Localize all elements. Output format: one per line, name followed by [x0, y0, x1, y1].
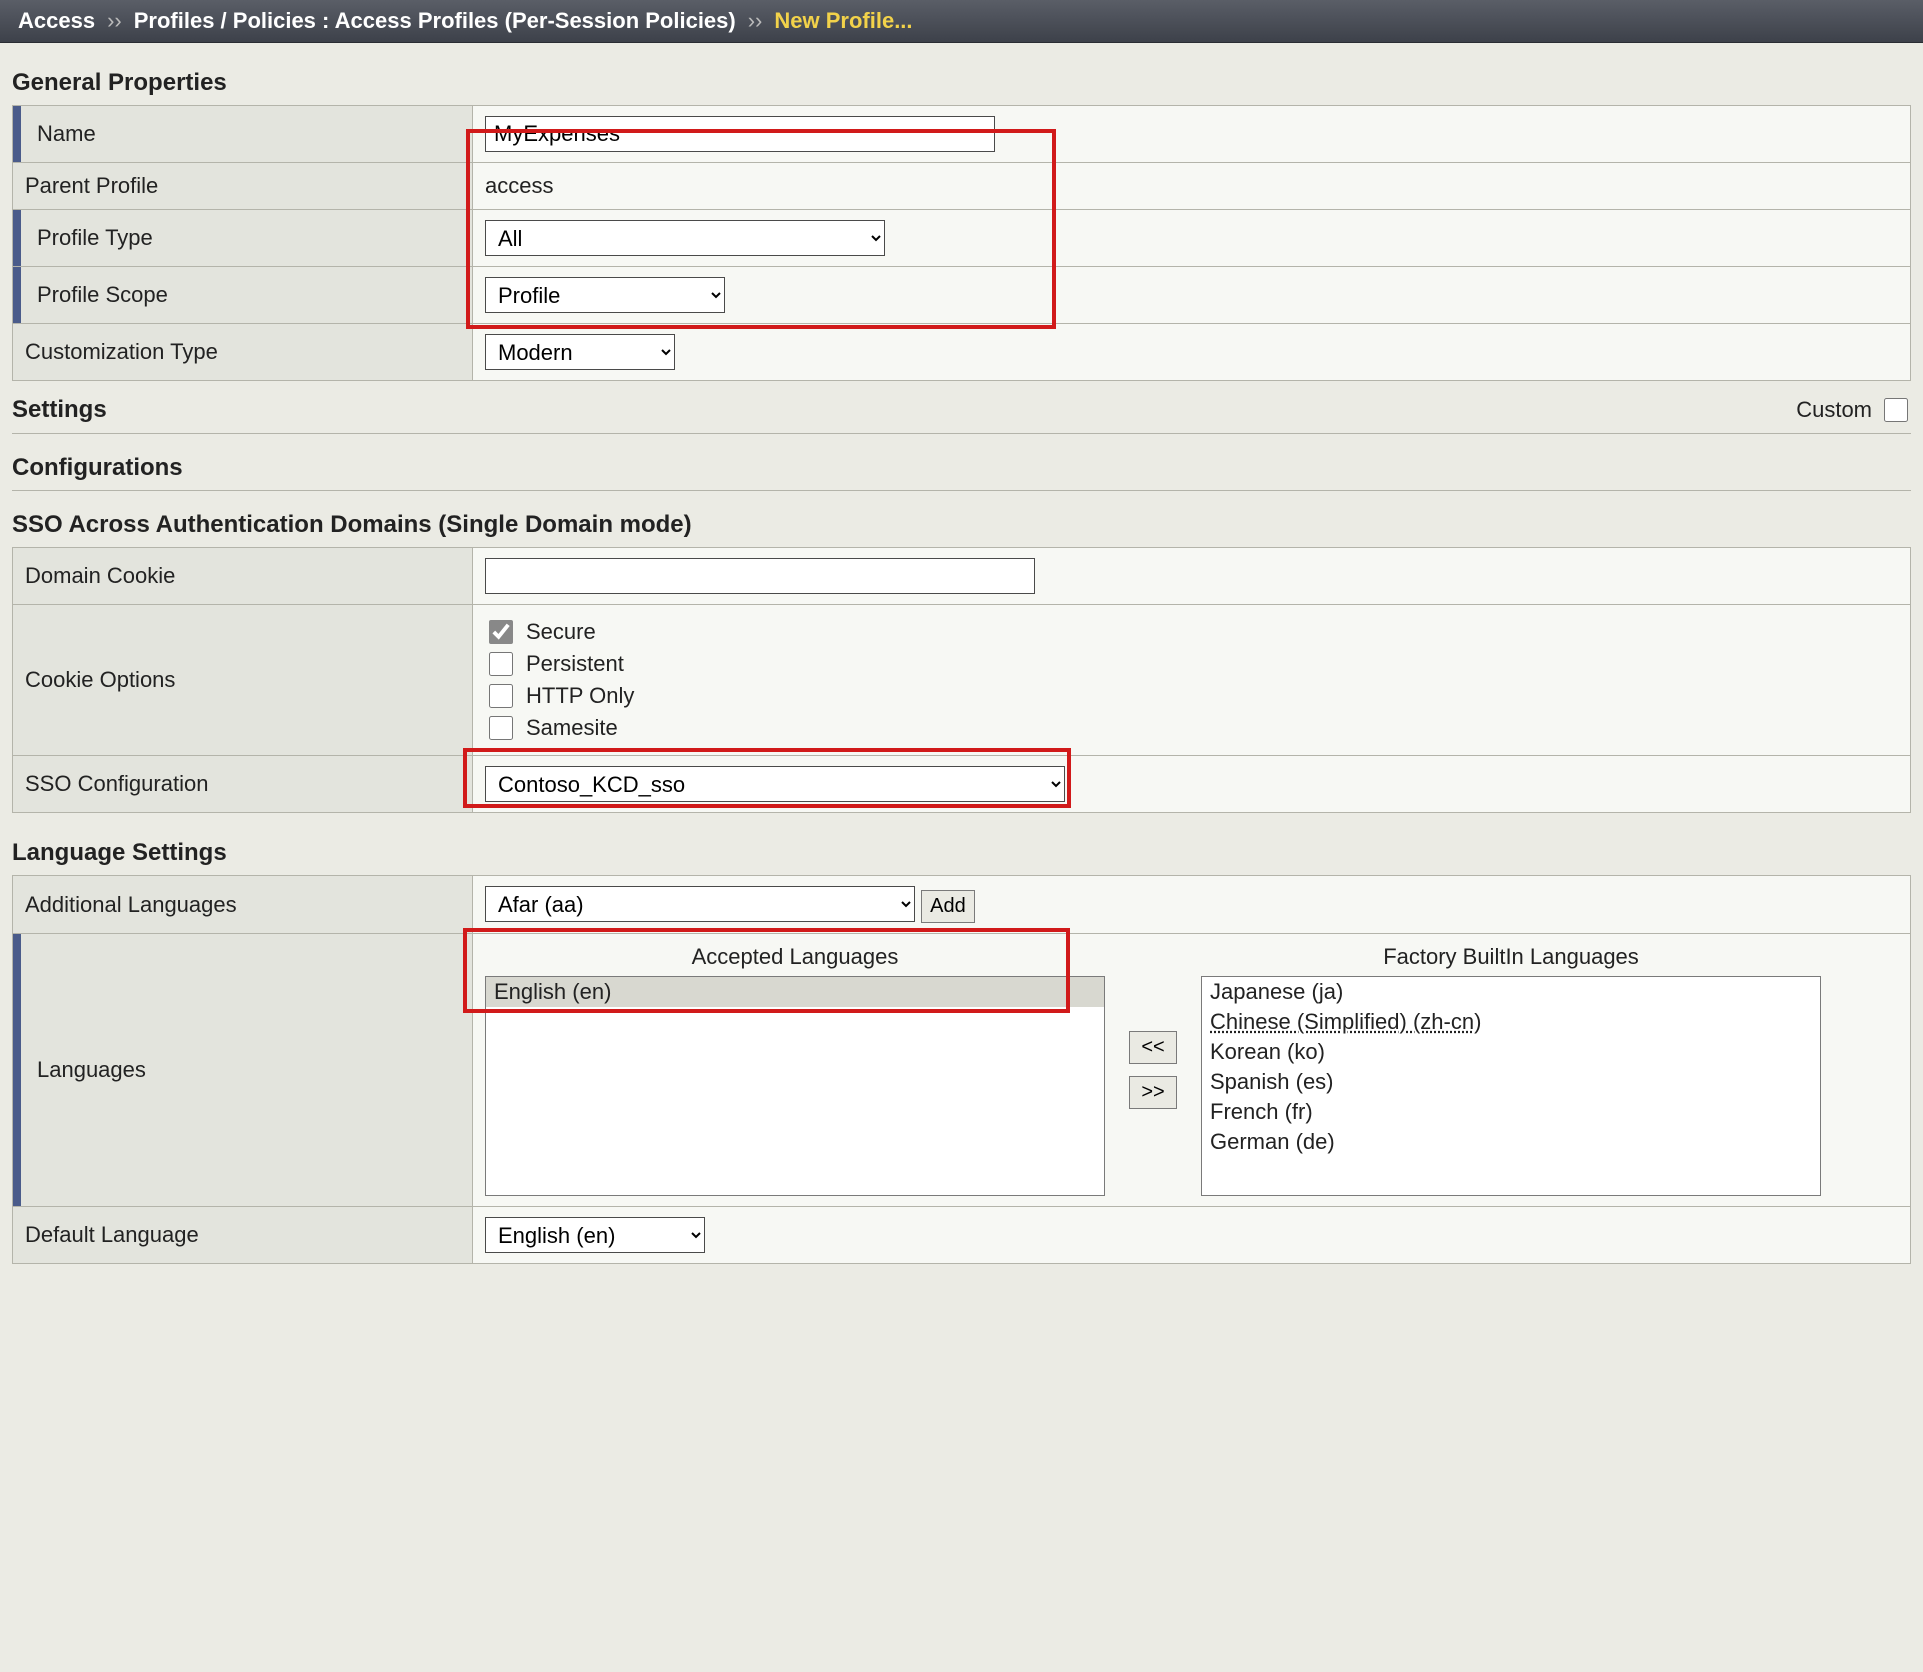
- list-item[interactable]: Chinese (Simplified) (zh-cn): [1202, 1007, 1820, 1037]
- list-item[interactable]: Spanish (es): [1202, 1067, 1820, 1097]
- value-name-cell: [473, 106, 1911, 163]
- cookie-httponly-option[interactable]: HTTP Only: [485, 681, 1898, 711]
- list-item[interactable]: Japanese (ja): [1202, 977, 1820, 1007]
- language-settings-table: Additional Languages Afar (aa) Add Langu…: [12, 875, 1911, 1264]
- sso-config-select[interactable]: Contoso_KCD_sso: [485, 766, 1065, 802]
- breadcrumb-sep: ››: [107, 8, 122, 34]
- general-properties-table: Name Parent Profile access Profile Type …: [12, 105, 1911, 381]
- profile-type-select[interactable]: All: [485, 220, 885, 256]
- factory-languages-listbox[interactable]: Japanese (ja)Chinese (Simplified) (zh-cn…: [1201, 976, 1821, 1196]
- label-cookie-options: Cookie Options: [13, 605, 473, 756]
- cookie-samesite-option[interactable]: Samesite: [485, 713, 1898, 743]
- section-general-properties: General Properties: [12, 69, 1911, 97]
- cookie-samesite-checkbox[interactable]: [489, 716, 513, 740]
- move-right-button[interactable]: >>: [1129, 1076, 1177, 1109]
- cookie-secure-option[interactable]: Secure: [485, 617, 1898, 647]
- breadcrumb-part-access[interactable]: Access: [18, 8, 95, 34]
- label-domain-cookie: Domain Cookie: [13, 548, 473, 605]
- cookie-secure-checkbox[interactable]: [489, 620, 513, 644]
- cookie-samesite-label: Samesite: [526, 715, 618, 741]
- breadcrumb-sep: ››: [748, 8, 763, 34]
- cookie-httponly-checkbox[interactable]: [489, 684, 513, 708]
- breadcrumb: Access ›› Profiles / Policies : Access P…: [0, 0, 1923, 43]
- label-profile-type: Profile Type: [13, 210, 473, 267]
- label-additional-languages: Additional Languages: [13, 876, 473, 934]
- custom-label: Custom: [1796, 397, 1872, 423]
- accepted-languages-listbox[interactable]: English (en): [485, 976, 1105, 1196]
- label-parent-profile: Parent Profile: [13, 163, 473, 210]
- add-language-button[interactable]: Add: [921, 890, 975, 923]
- customization-type-select[interactable]: Modern: [485, 334, 675, 370]
- list-item[interactable]: French (fr): [1202, 1097, 1820, 1127]
- sso-domains-table: Domain Cookie Cookie Options Secure Pers…: [12, 547, 1911, 813]
- breadcrumb-part-profiles[interactable]: Profiles / Policies : Access Profiles (P…: [134, 8, 736, 34]
- name-input[interactable]: [485, 116, 995, 152]
- list-item[interactable]: Korean (ko): [1202, 1037, 1820, 1067]
- cookie-persistent-label: Persistent: [526, 651, 624, 677]
- cookie-persistent-checkbox[interactable]: [489, 652, 513, 676]
- label-default-language: Default Language: [13, 1207, 473, 1264]
- move-left-button[interactable]: <<: [1129, 1031, 1177, 1064]
- factory-languages-header: Factory BuiltIn Languages: [1383, 944, 1639, 970]
- cookie-secure-label: Secure: [526, 619, 596, 645]
- profile-scope-select[interactable]: Profile: [485, 277, 725, 313]
- section-language-settings: Language Settings: [12, 839, 1911, 867]
- cookie-httponly-label: HTTP Only: [526, 683, 634, 709]
- section-configurations: Configurations: [12, 454, 1911, 482]
- breadcrumb-current: New Profile...: [774, 8, 912, 34]
- domain-cookie-input[interactable]: [485, 558, 1035, 594]
- label-profile-scope: Profile Scope: [13, 267, 473, 324]
- custom-checkbox[interactable]: [1884, 398, 1908, 422]
- label-customization-type: Customization Type: [13, 324, 473, 381]
- additional-languages-select[interactable]: Afar (aa): [485, 886, 915, 922]
- default-language-select[interactable]: English (en): [485, 1217, 705, 1253]
- list-item[interactable]: German (de): [1202, 1127, 1820, 1157]
- value-parent-profile: access: [473, 163, 1911, 210]
- accepted-languages-header: Accepted Languages: [692, 944, 899, 970]
- label-sso-config: SSO Configuration: [13, 756, 473, 813]
- list-item[interactable]: English (en): [486, 977, 1104, 1007]
- section-settings: Settings: [12, 396, 107, 424]
- section-sso-domains: SSO Across Authentication Domains (Singl…: [12, 511, 1911, 539]
- cookie-persistent-option[interactable]: Persistent: [485, 649, 1898, 679]
- label-name: Name: [13, 106, 473, 163]
- label-languages: Languages: [13, 934, 473, 1207]
